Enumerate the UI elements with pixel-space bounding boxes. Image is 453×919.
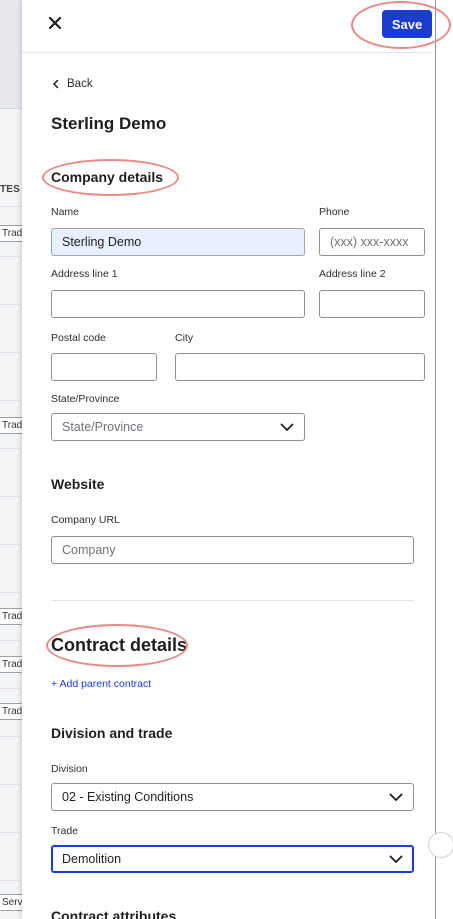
back-link[interactable]: Back [51,76,93,92]
screen: TES Trade Trade Trade Trade Trade Servi [0,0,453,919]
address-line-1-label: Address line 1 [51,268,118,280]
chevron-down-icon [389,793,403,801]
background-row-divider [0,736,22,737]
city-input[interactable] [175,353,425,381]
state-province-select[interactable]: State/Province [51,413,305,441]
division-value: 02 - Existing Conditions [62,790,194,804]
close-icon [48,16,62,30]
background-table: TES Trade Trade Trade Trade Trade Servi [0,0,31,919]
contract-attributes-heading: Contract attributes [51,908,177,919]
postal-code-input[interactable] [51,353,157,381]
address-line-2-label: Address line 2 [319,268,386,280]
trade-value: Demolition [62,852,122,866]
scroll-handle[interactable] [428,832,453,858]
background-row-divider [0,304,22,305]
chevron-left-icon [53,79,59,89]
background-row-divider [0,352,22,353]
company-url-input[interactable] [51,536,414,564]
address-line-2-input[interactable] [319,290,425,318]
website-heading: Website [51,476,105,492]
background-row-divider [0,448,22,449]
background-row-divider [0,784,22,785]
background-row-divider [0,206,22,207]
state-province-label: State/Province [51,393,120,405]
phone-input[interactable] [319,228,425,256]
trade-label: Trade [51,825,79,837]
background-row-divider [0,880,22,881]
background-row-divider [0,496,22,497]
add-parent-contract-link[interactable]: + Add parent contract [51,678,151,690]
close-button[interactable] [42,10,68,36]
back-link-label: Back [67,78,93,90]
address-line-1-input[interactable] [51,290,305,318]
trade-select[interactable]: Demolition [51,845,414,873]
division-and-trade-heading: Division and trade [51,725,173,741]
page-title: Sterling Demo [51,114,167,133]
state-province-placeholder: State/Province [62,420,144,434]
background-row-divider [0,400,22,401]
section-divider [51,600,414,601]
drawer-header: Save [22,0,435,53]
background-row-divider [0,592,22,593]
edit-company-drawer: Save Back Sterling Demo Company details … [22,0,435,919]
background-column-header: TES [0,184,21,195]
division-select[interactable]: 02 - Existing Conditions [51,783,414,811]
background-row-divider [0,256,22,257]
background-row-divider [0,544,22,545]
background-header [0,0,22,109]
company-url-label: Company URL [51,514,120,526]
name-label: Name [51,206,80,218]
right-gutter [436,0,453,919]
name-input[interactable] [51,228,305,256]
background-row-divider [0,640,22,641]
chevron-down-icon [280,423,294,431]
background-row-divider [0,688,22,689]
division-label: Division [51,763,88,775]
city-label: City [175,332,194,344]
background-row-divider [0,832,22,833]
phone-label: Phone [319,206,350,218]
contract-details-heading: Contract details [51,635,188,655]
company-details-heading: Company details [51,169,164,185]
chevron-down-icon [389,855,403,863]
save-button[interactable]: Save [382,10,432,38]
postal-code-label: Postal code [51,332,106,344]
